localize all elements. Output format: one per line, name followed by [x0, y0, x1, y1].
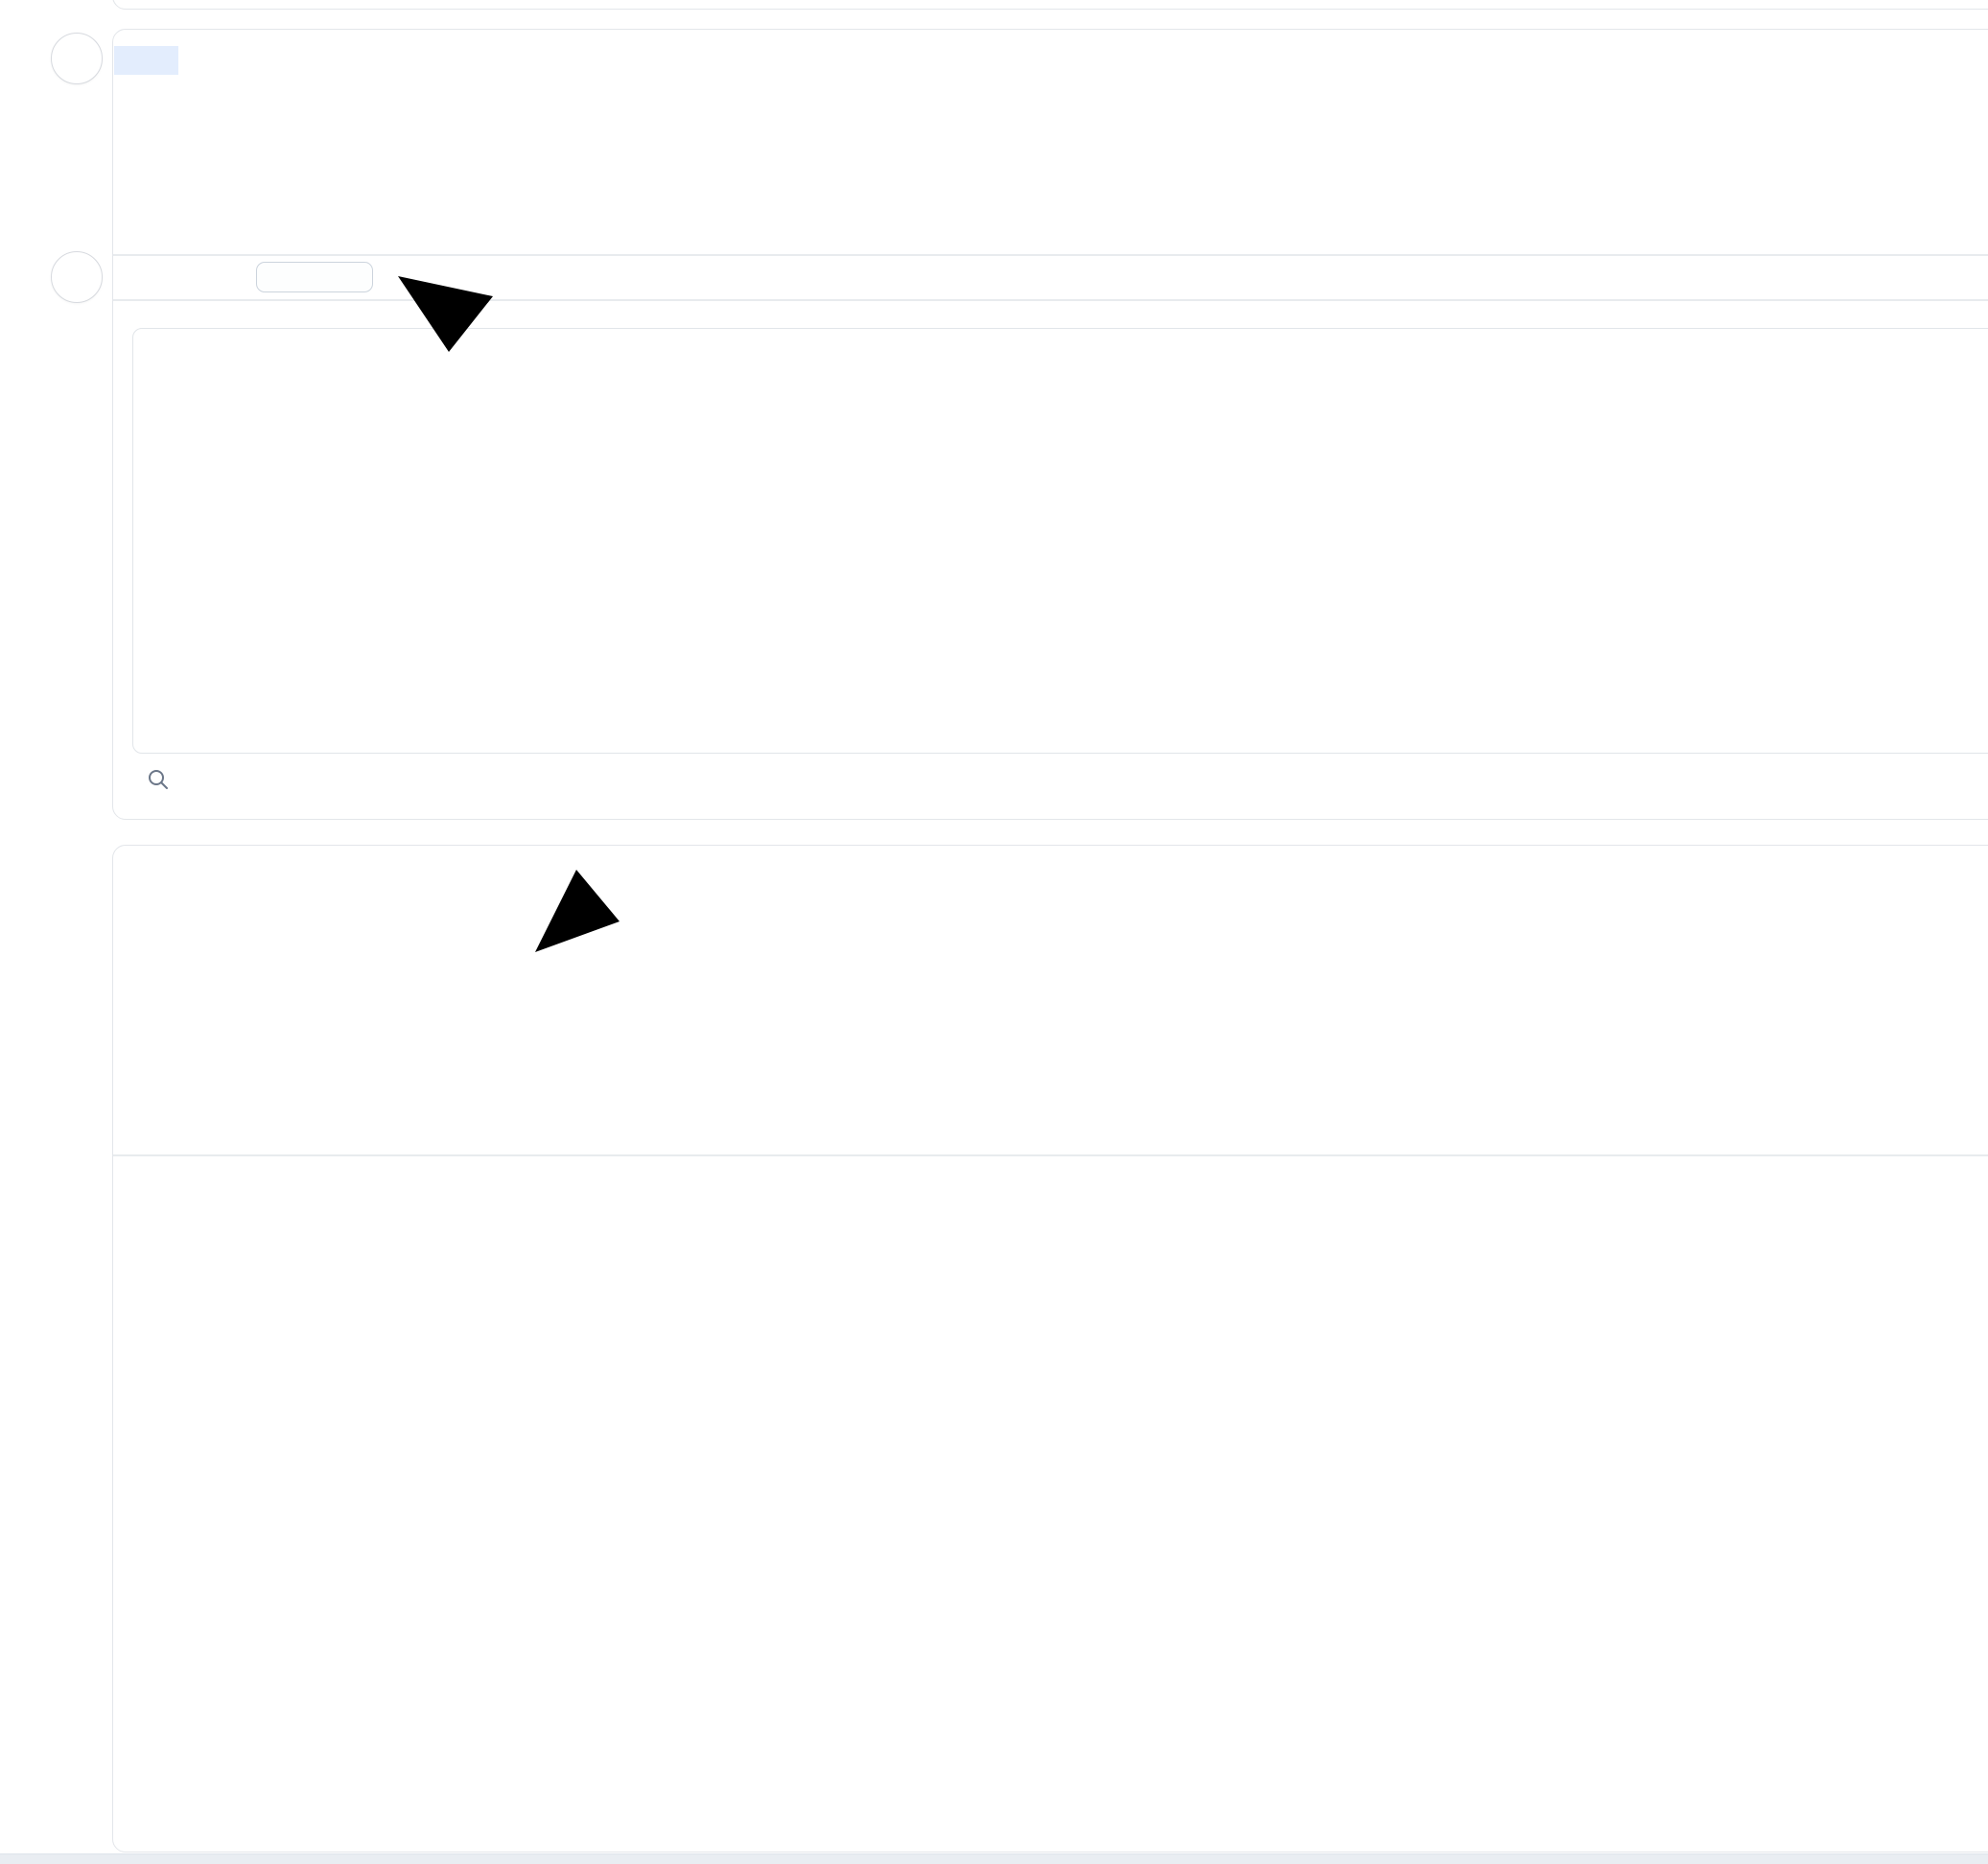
active-line-highlight	[114, 46, 178, 75]
sql-cell	[112, 29, 1988, 820]
divider	[113, 254, 1988, 256]
dataframe-table	[132, 328, 1988, 754]
add-cell-button-middle[interactable]	[51, 251, 103, 303]
altair-chart-output	[113, 1154, 1988, 1852]
next-cell-edge	[0, 1853, 1988, 1864]
previous-cell-remnant	[112, 0, 1988, 10]
output-variable-pill[interactable]	[256, 262, 373, 292]
python-cell	[112, 845, 1988, 1852]
search-icon[interactable]	[147, 768, 170, 796]
divider	[113, 299, 1988, 301]
add-cell-button-top[interactable]	[51, 33, 103, 84]
